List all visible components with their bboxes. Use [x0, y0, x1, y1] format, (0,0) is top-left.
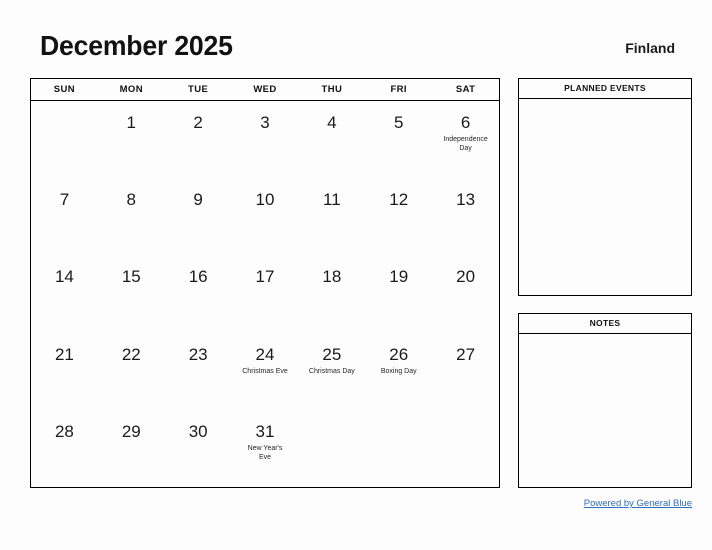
- day-number: 18: [322, 267, 342, 287]
- day-number: 15: [121, 267, 141, 287]
- weekday-header-wed: WED: [253, 84, 277, 95]
- day-cell-3[interactable]: 3: [232, 101, 299, 178]
- day-cell-7[interactable]: 7: [31, 178, 98, 255]
- weekday-header-tue: TUE: [188, 84, 209, 95]
- day-number: 25: [322, 344, 342, 364]
- weekday-header-row: SUN MON TUE WED THU FRI SAT: [31, 79, 499, 101]
- page-title: December 2025: [40, 30, 233, 61]
- notes-body[interactable]: [519, 334, 691, 487]
- day-number: 12: [389, 190, 409, 210]
- day-cell-29[interactable]: 29: [98, 410, 165, 487]
- day-cell-27[interactable]: 27: [432, 333, 499, 410]
- day-cell-24[interactable]: 24 Christmas Eve: [232, 333, 299, 410]
- day-number: 19: [389, 267, 409, 287]
- day-number: 8: [126, 190, 137, 210]
- day-event-label: New Year's Eve: [247, 444, 283, 461]
- day-cell-empty: [432, 410, 499, 487]
- day-number: 4: [327, 113, 337, 132]
- day-number: 3: [260, 113, 270, 132]
- day-event-label: Independence Day: [443, 136, 488, 152]
- day-cell-30[interactable]: 30: [165, 410, 232, 487]
- day-number: 27: [456, 344, 476, 364]
- calendar-grid: SUN MON TUE WED THU FRI SAT 1 2 3 4 5 6 Independence…: [30, 78, 500, 488]
- weekday-header-thu: THU: [321, 84, 343, 95]
- day-number: 1: [126, 113, 137, 132]
- day-number: 7: [59, 190, 70, 210]
- day-number: 29: [121, 421, 141, 441]
- day-cell-11[interactable]: 11: [298, 178, 365, 255]
- weekday-header-sun: SUN: [53, 84, 76, 95]
- day-cell-4[interactable]: 4: [298, 101, 365, 178]
- day-number: 5: [393, 113, 404, 132]
- day-number: 11: [323, 190, 341, 210]
- day-number: 31: [255, 421, 275, 441]
- day-cell-9[interactable]: 9: [165, 178, 232, 255]
- powered-by-link[interactable]: Powered by General Blue: [584, 498, 692, 509]
- planned-events-body[interactable]: [519, 99, 691, 295]
- week-row: 21 22 23 24 Christmas Eve 25 Christmas Day 26 Bo…: [31, 333, 499, 410]
- week-row: 1 2 3 4 5 6 Independence Day: [31, 101, 499, 178]
- calendar-weeks: 1 2 3 4 5 6 Independence Day 7 8 9 10 11 12 13 14 15 16 1…: [31, 101, 499, 487]
- day-cell-14[interactable]: 14: [31, 255, 98, 332]
- day-number: 30: [188, 421, 208, 441]
- day-cell-18[interactable]: 18: [298, 255, 365, 332]
- day-number: 2: [193, 113, 203, 132]
- weekday-header-sat: SAT: [455, 84, 476, 95]
- day-cell-2[interactable]: 2: [165, 101, 232, 178]
- day-number: 10: [255, 190, 275, 210]
- region-label: Finland: [625, 40, 675, 56]
- day-number: 9: [193, 190, 203, 210]
- day-cell-10[interactable]: 10: [232, 178, 299, 255]
- day-event-label: Christmas Eve: [242, 367, 288, 375]
- day-cell-empty: [298, 410, 365, 487]
- day-cell-22[interactable]: 22: [98, 333, 165, 410]
- day-number: 28: [54, 421, 74, 441]
- weekday-header-mon: MON: [119, 84, 143, 95]
- weekday-header-fri: FRI: [390, 84, 407, 95]
- day-number: 26: [389, 344, 409, 364]
- day-cell-empty: [365, 410, 432, 487]
- day-number: 17: [255, 267, 275, 287]
- planned-events-title: PLANNED EVENTS: [519, 79, 691, 99]
- day-event-label: Boxing Day: [380, 367, 417, 375]
- day-cell-empty: [31, 101, 98, 178]
- day-cell-13[interactable]: 13: [432, 178, 499, 255]
- page-header: December 2025 Finland: [40, 30, 675, 70]
- day-cell-19[interactable]: 19: [365, 255, 432, 332]
- day-number: 13: [456, 190, 476, 210]
- day-cell-23[interactable]: 23: [165, 333, 232, 410]
- day-number: 23: [188, 344, 208, 364]
- day-cell-26[interactable]: 26 Boxing Day: [365, 333, 432, 410]
- day-cell-6[interactable]: 6 Independence Day: [432, 101, 499, 178]
- day-cell-8[interactable]: 8: [98, 178, 165, 255]
- day-cell-21[interactable]: 21: [31, 333, 98, 410]
- day-cell-31[interactable]: 31 New Year's Eve: [232, 410, 299, 487]
- week-row: 14 15 16 17 18 19 20: [31, 255, 499, 332]
- day-event-label: Christmas Day: [308, 367, 355, 375]
- day-cell-12[interactable]: 12: [365, 178, 432, 255]
- notes-panel: NOTES: [518, 313, 692, 488]
- day-number: 16: [188, 267, 208, 287]
- day-cell-28[interactable]: 28: [31, 410, 98, 487]
- day-number: 20: [456, 267, 476, 287]
- day-number: 14: [54, 267, 74, 287]
- day-cell-20[interactable]: 20: [432, 255, 499, 332]
- day-number: 24: [255, 344, 275, 364]
- planned-events-panel: PLANNED EVENTS: [518, 78, 692, 296]
- day-number: 21: [54, 344, 74, 364]
- notes-title: NOTES: [519, 314, 691, 334]
- week-row: 28 29 30 31 New Year's Eve: [31, 410, 499, 487]
- day-cell-15[interactable]: 15: [98, 255, 165, 332]
- day-cell-16[interactable]: 16: [165, 255, 232, 332]
- day-number: 6: [460, 113, 471, 132]
- day-cell-1[interactable]: 1: [98, 101, 165, 178]
- day-cell-25[interactable]: 25 Christmas Day: [298, 333, 365, 410]
- day-cell-5[interactable]: 5: [365, 101, 432, 178]
- day-number: 22: [121, 344, 141, 364]
- day-cell-17[interactable]: 17: [232, 255, 299, 332]
- week-row: 7 8 9 10 11 12 13: [31, 178, 499, 255]
